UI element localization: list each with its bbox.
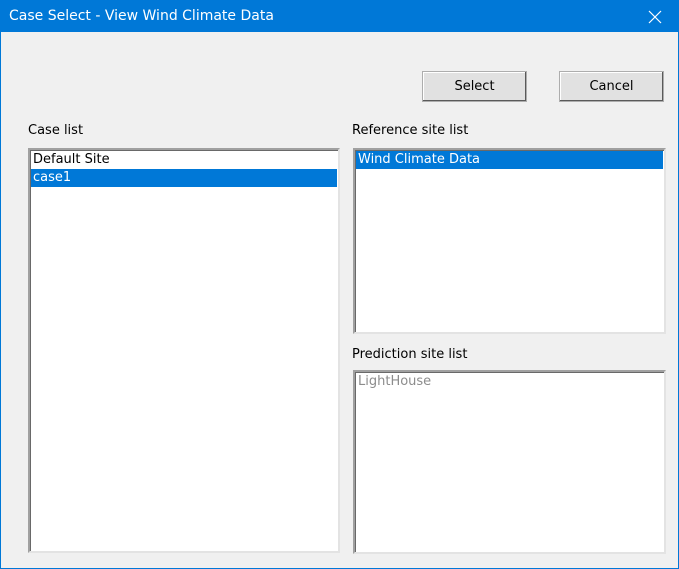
prediction-site-list-label: Prediction site list: [352, 347, 468, 362]
list-item-default-site[interactable]: Default Site: [31, 151, 337, 169]
case-select-dialog: Case Select - View Wind Climate Data Sel…: [0, 0, 679, 569]
close-icon: [648, 10, 662, 24]
window-title: Case Select - View Wind Climate Data: [9, 8, 274, 24]
close-button[interactable]: [632, 1, 678, 32]
prediction-site-list: LightHouse: [353, 370, 666, 554]
list-item-wind-climate-data[interactable]: Wind Climate Data: [356, 151, 663, 169]
select-button[interactable]: Select: [422, 71, 527, 102]
title-bar[interactable]: Case Select - View Wind Climate Data: [1, 1, 678, 32]
list-item-case1[interactable]: case1: [31, 169, 337, 187]
cancel-button[interactable]: Cancel: [559, 71, 664, 102]
case-list[interactable]: Default Site case1: [28, 148, 340, 553]
case-list-label: Case list: [28, 123, 84, 138]
list-item-lighthouse: LightHouse: [358, 374, 432, 389]
reference-site-list-label: Reference site list: [352, 123, 469, 138]
reference-site-list[interactable]: Wind Climate Data: [353, 148, 666, 334]
